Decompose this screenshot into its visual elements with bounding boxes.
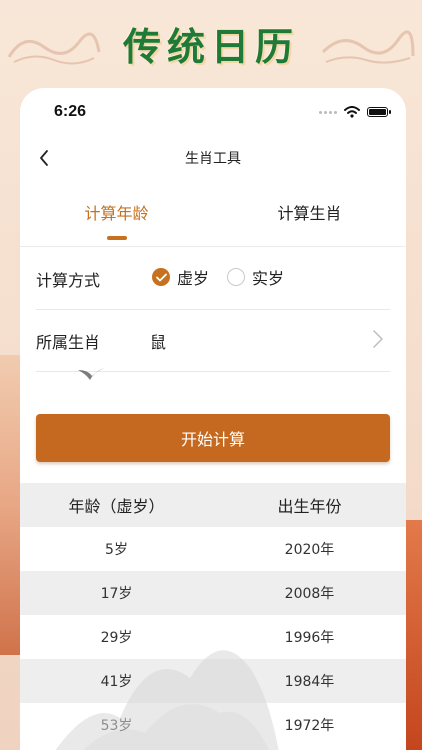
radio-unchecked-icon: [227, 268, 246, 286]
method-row: 计算方式 虚岁 实岁: [36, 247, 390, 310]
table-header: 年龄（虚岁） 出生年份: [20, 483, 406, 527]
start-calculation-button[interactable]: 开始计算: [36, 414, 390, 462]
radio-label-shisui: 实岁: [252, 269, 285, 288]
cellular-icon: [319, 110, 337, 114]
radio-checked-icon: [152, 268, 170, 286]
table-row: 5岁 2020年: [20, 527, 406, 571]
table-row: 53岁 1972年: [20, 703, 406, 747]
chevron-right-icon: [373, 330, 383, 348]
status-bar: 6:26: [20, 88, 406, 138]
method-radio-group: 虚岁 实岁: [152, 265, 302, 289]
table-row: 17岁 2008年: [20, 571, 406, 615]
radio-label-xusui: 虚岁: [177, 269, 210, 288]
table-row: 41岁 1984年: [20, 659, 406, 703]
table-row: 29岁 1996年: [20, 615, 406, 659]
zodiac-row[interactable]: 所属生肖 鼠: [36, 309, 390, 372]
tab-calculate-zodiac[interactable]: 计算生肖: [213, 200, 406, 224]
birth-year-cell: 2020年: [284, 542, 335, 558]
check-icon: [155, 273, 167, 281]
age-cell: 53岁: [100, 718, 133, 734]
tab-calculate-age[interactable]: 计算年龄: [20, 200, 213, 224]
status-icons: [319, 106, 391, 118]
zodiac-value[interactable]: 鼠: [150, 329, 166, 353]
zodiac-label: 所属生肖: [36, 333, 101, 352]
age-cell: 29岁: [100, 630, 133, 646]
birth-year-cell: 1996年: [284, 630, 335, 646]
radio-option-xusui[interactable]: 虚岁: [152, 265, 209, 289]
phone-screen: 6:26 生肖工具 计算年龄 计算生肖 计算方式 虚岁 实岁 所属生肖 鼠 开始…: [20, 88, 406, 750]
navigation-bar: 生肖工具: [20, 138, 406, 178]
status-time: 6:26: [54, 103, 87, 120]
birth-year-cell: 1984年: [284, 674, 335, 690]
active-tab-indicator: [107, 236, 127, 240]
wifi-icon: [344, 106, 360, 118]
battery-icon: [367, 107, 391, 117]
tab-bar: 计算年龄 计算生肖: [20, 178, 406, 247]
column-header-birth-year: 出生年份: [277, 497, 342, 516]
age-cell: 17岁: [100, 586, 133, 602]
swallow-decoration: [78, 368, 104, 380]
method-label: 计算方式: [36, 271, 101, 290]
result-table: 年龄（虚岁） 出生年份 5岁 2020年 17岁 2008年 29岁 1996年…: [20, 483, 406, 747]
banner-title: 传统日历: [122, 24, 299, 69]
page-title: 生肖工具: [185, 151, 241, 167]
left-pavilion-decoration: [0, 355, 22, 655]
age-cell: 5岁: [105, 542, 128, 558]
birth-year-cell: 1972年: [284, 718, 335, 734]
column-header-age: 年龄（虚岁）: [68, 497, 165, 516]
birth-year-cell: 2008年: [284, 586, 335, 602]
radio-option-shisui[interactable]: 实岁: [227, 265, 284, 289]
age-cell: 41岁: [100, 674, 133, 690]
